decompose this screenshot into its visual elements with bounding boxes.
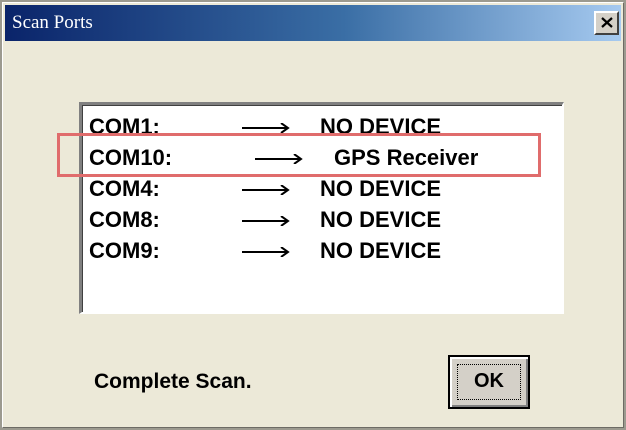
scan-ports-dialog: Scan Ports COM1: NO DEVICE COM10: GPS Re…	[0, 0, 626, 430]
port-name: COM8:	[89, 207, 160, 232]
list-item[interactable]: COM9: NO DEVICE	[82, 235, 562, 266]
port-name: COM10:	[89, 145, 173, 170]
port-name: COM1:	[89, 114, 160, 139]
port-name: COM9:	[89, 238, 160, 263]
list-item[interactable]: COM8: NO DEVICE	[82, 204, 562, 235]
device-status: NO DEVICE	[320, 238, 442, 263]
device-status: GPS Receiver	[334, 145, 479, 170]
close-button[interactable]	[594, 11, 619, 35]
ok-button[interactable]: OK	[448, 355, 530, 409]
scan-status-label: Complete Scan.	[94, 370, 252, 393]
device-status: NO DEVICE	[320, 176, 442, 201]
port-name: COM4:	[89, 176, 160, 201]
title-bar[interactable]: Scan Ports	[5, 5, 621, 41]
device-status: NO DEVICE	[320, 207, 442, 232]
ok-button-label: OK	[474, 370, 504, 392]
list-item[interactable]: COM4: NO DEVICE	[82, 173, 562, 204]
list-item[interactable]: COM1: NO DEVICE	[82, 111, 562, 142]
close-icon	[601, 17, 613, 28]
list-item[interactable]: COM10: GPS Receiver	[82, 142, 562, 173]
ports-listbox[interactable]: COM1: NO DEVICE COM10: GPS Receiver COM4…	[79, 102, 564, 314]
device-status: NO DEVICE	[320, 114, 442, 139]
window-title: Scan Ports	[12, 12, 93, 33]
